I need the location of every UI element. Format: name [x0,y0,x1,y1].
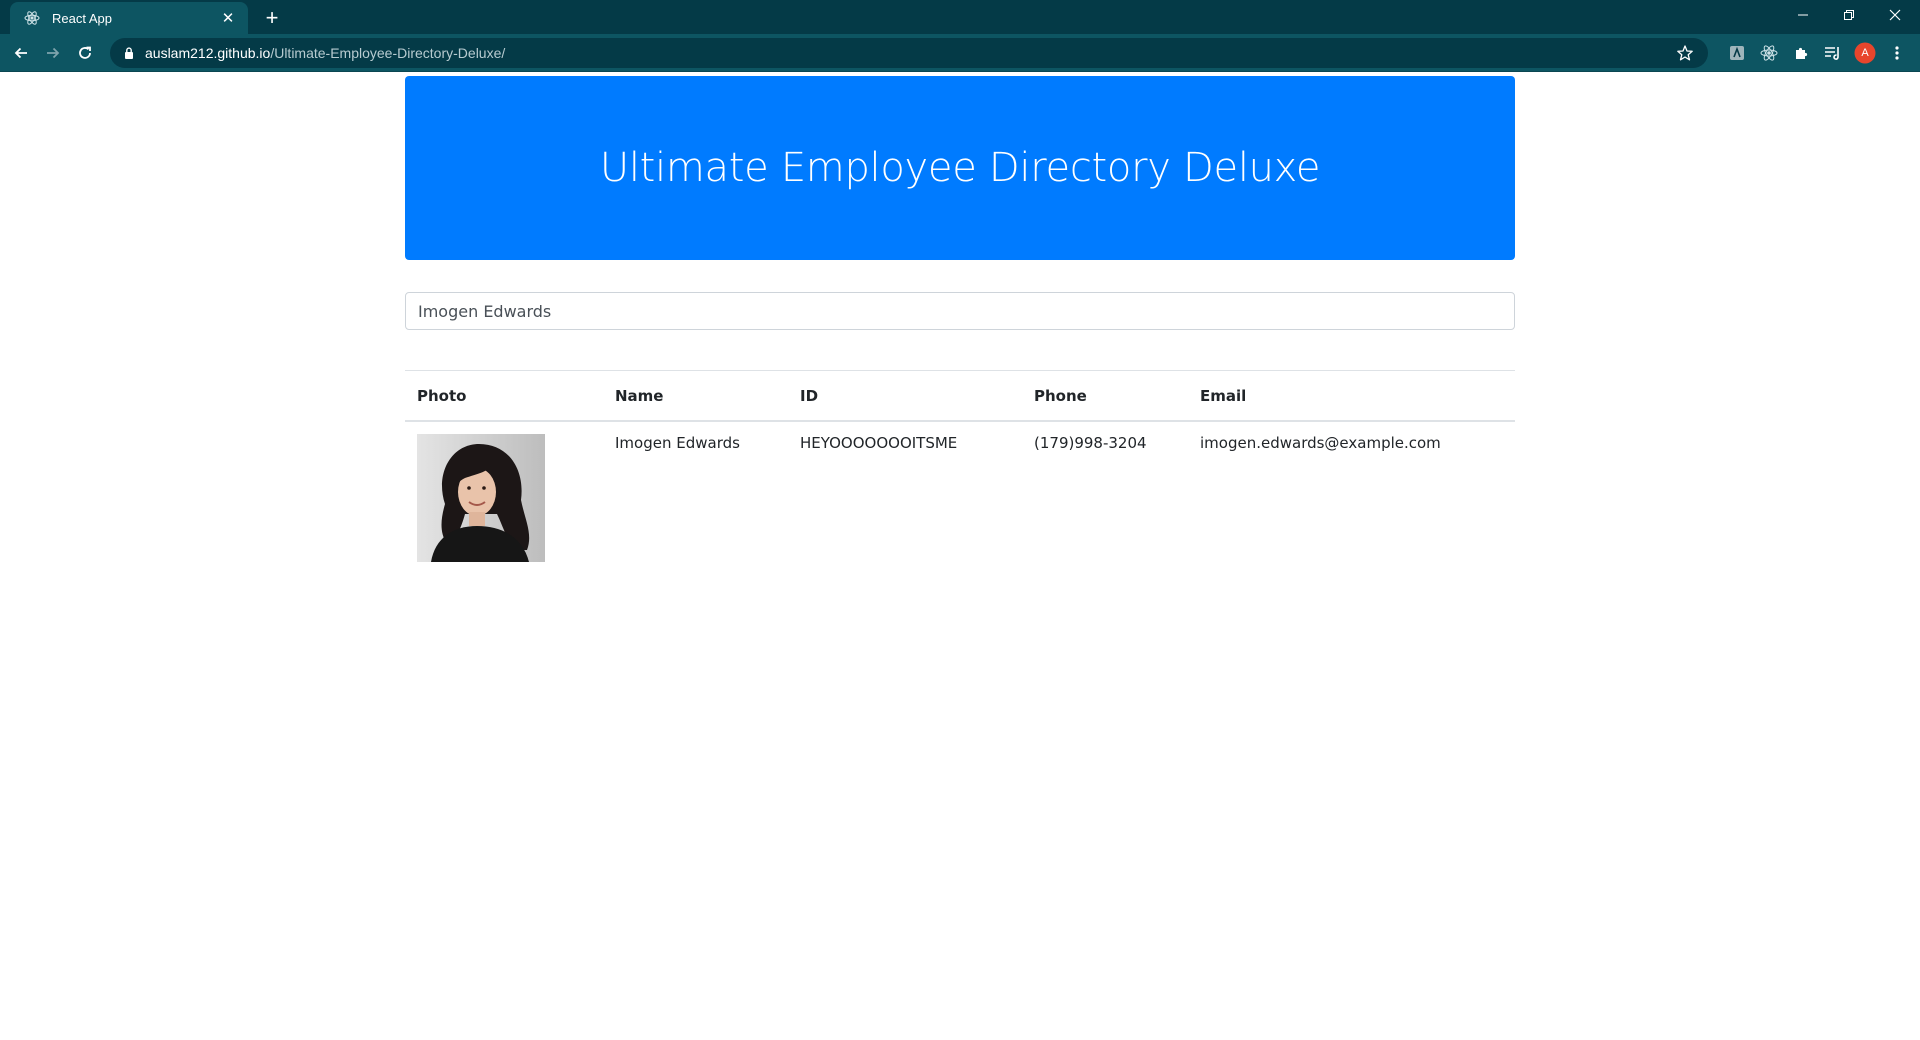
close-tab-icon[interactable]: ✕ [218,8,238,28]
employee-email: imogen.edwards@example.com [1200,433,1441,452]
bookmark-star-icon[interactable] [1676,44,1694,62]
tab-title: React App [52,10,112,26]
employee-phone: (179)998-3204 [1034,433,1147,452]
page-title: Ultimate Employee Directory Deluxe [599,145,1321,191]
restore-window-icon[interactable] [1826,0,1872,30]
browser-tab[interactable]: React App ✕ [10,2,248,34]
reading-list-icon[interactable] [1822,42,1844,64]
table-row: Imogen Edwards HEYOOOOOOOITSME (179)998-… [405,421,1515,574]
profile-initial: A [1861,47,1869,59]
back-arrow-icon[interactable] [6,38,36,68]
profile-avatar-icon[interactable]: A [1854,42,1876,64]
page-content: Ultimate Employee Directory Deluxe Photo… [0,72,1920,1040]
reload-icon[interactable] [70,38,100,68]
forward-arrow-icon[interactable] [38,38,68,68]
employee-table-container: Photo Name ID Phone Email Imogen Edwards… [405,370,1515,574]
column-header-email[interactable]: Email [1188,370,1515,422]
browser-menu-icon[interactable] [1886,42,1908,64]
extension-icon[interactable] [1726,42,1748,64]
extensions-puzzle-icon[interactable] [1790,42,1812,64]
minimize-window-icon[interactable] [1780,0,1826,30]
url-path: /Ultimate-Employee-Directory-Deluxe/ [270,45,506,61]
employee-id: HEYOOOOOOOITSME [800,433,958,452]
employee-name: Imogen Edwards [615,433,740,452]
table-header-row: Photo Name ID Phone Email [405,370,1515,422]
column-header-name[interactable]: Name [603,370,788,422]
search-container [405,292,1515,330]
employee-table: Photo Name ID Phone Email Imogen Edwards… [405,370,1515,574]
search-input[interactable] [405,292,1515,330]
column-header-photo[interactable]: Photo [405,370,603,422]
address-bar[interactable]: auslam212.github.io/Ultimate-Employee-Di… [110,38,1708,68]
employee-photo [417,433,545,562]
url-host: auslam212.github.io [145,45,271,61]
photo-cell [405,421,603,574]
lock-icon [122,46,136,60]
header-jumbotron: Ultimate Employee Directory Deluxe [405,76,1515,260]
react-devtools-icon[interactable] [1758,42,1780,64]
column-header-phone[interactable]: Phone [1022,370,1188,422]
react-favicon-icon [24,10,40,26]
browser-toolbar: auslam212.github.io/Ultimate-Employee-Di… [0,34,1920,72]
browser-titlebar: React App ✕ + [0,0,1920,34]
new-tab-button[interactable]: + [258,4,286,32]
column-header-id[interactable]: ID [788,370,1022,422]
close-window-icon[interactable] [1872,0,1918,30]
